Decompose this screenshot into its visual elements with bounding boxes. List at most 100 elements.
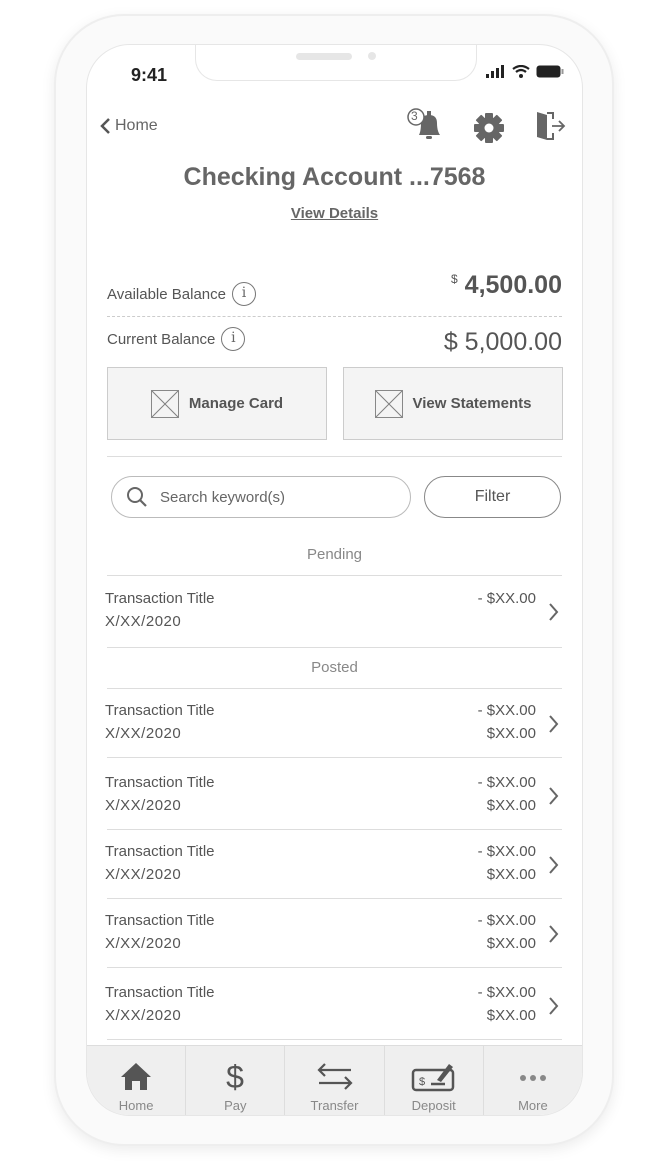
transaction-row[interactable]: Transaction Title X/XX/2020 - $XX.00 $XX… xyxy=(105,984,562,1044)
notch xyxy=(195,45,477,81)
transaction-balance: $XX.00 xyxy=(486,725,536,742)
chevron-right-icon xyxy=(549,997,559,1015)
tab-pay[interactable]: $ Pay xyxy=(186,1046,286,1115)
page-title: Checking Account ...7568 xyxy=(183,163,486,191)
transaction-amount: - $XX.00 xyxy=(477,912,536,929)
transaction-amount: - $XX.00 xyxy=(477,702,536,719)
image-placeholder-icon xyxy=(374,389,403,418)
transaction-row[interactable]: Transaction Title X/XX/2020 - $XX.00 xyxy=(105,590,562,650)
info-icon[interactable]: i xyxy=(221,327,246,351)
screen: 9:41 Home 3 Checking Account ...7568 Vie… xyxy=(86,44,583,1116)
notification-badge: 3 xyxy=(411,109,418,123)
available-balance-amount: $ 4,500.00 xyxy=(451,271,562,300)
transaction-date: X/XX/2020 xyxy=(105,1007,182,1024)
current-balance-label: Current Balance i xyxy=(107,327,246,351)
transaction-amount: - $XX.00 xyxy=(477,843,536,860)
divider xyxy=(107,456,562,457)
transaction-amount: - $XX.00 xyxy=(477,590,536,607)
currency-symbol: $ xyxy=(451,272,458,286)
info-icon[interactable]: i xyxy=(231,282,256,306)
transaction-date: X/XX/2020 xyxy=(105,725,182,742)
transaction-title: Transaction Title xyxy=(105,912,215,929)
gear-icon[interactable] xyxy=(473,112,505,144)
tab-home[interactable]: Home xyxy=(87,1046,187,1115)
transaction-balance: $XX.00 xyxy=(486,797,536,814)
transaction-amount: - $XX.00 xyxy=(477,774,536,791)
tab-label: Home xyxy=(118,1098,154,1113)
transaction-title: Transaction Title xyxy=(105,984,215,1001)
home-icon xyxy=(121,1063,152,1090)
transaction-balance: $XX.00 xyxy=(486,866,536,883)
transaction-balance: $XX.00 xyxy=(486,935,536,952)
tab-bar: Home $ Pay Transfer $ Deposit More xyxy=(87,1045,582,1115)
transaction-title: Transaction Title xyxy=(105,702,215,719)
search-placeholder: Search keyword(s) xyxy=(160,488,286,506)
section-posted: Posted xyxy=(311,659,358,676)
transfer-icon xyxy=(316,1063,353,1090)
button-label: View Statements xyxy=(412,395,532,412)
signal-icon xyxy=(486,65,504,78)
available-balance-label: Available Balance i xyxy=(107,282,256,306)
divider xyxy=(107,757,562,758)
label-text: Available Balance xyxy=(107,285,226,303)
notifications-button[interactable]: 3 xyxy=(405,107,445,143)
svg-text:$: $ xyxy=(419,1076,425,1088)
divider xyxy=(107,316,562,317)
transaction-row[interactable]: Transaction Title X/XX/2020 - $XX.00 $XX… xyxy=(105,843,562,903)
back-label: Home xyxy=(115,117,158,134)
transaction-title: Transaction Title xyxy=(105,590,215,607)
section-pending: Pending xyxy=(306,546,363,563)
manage-card-button[interactable]: Manage Card xyxy=(107,367,327,440)
divider xyxy=(107,829,562,830)
search-icon xyxy=(127,487,147,507)
wifi-icon xyxy=(512,65,530,78)
divider xyxy=(107,898,562,899)
transaction-row[interactable]: Transaction Title X/XX/2020 - $XX.00 $XX… xyxy=(105,774,562,834)
back-button[interactable]: Home xyxy=(99,117,158,135)
transaction-balance: $XX.00 xyxy=(486,1007,536,1024)
chevron-right-icon xyxy=(549,787,559,805)
divider xyxy=(107,967,562,968)
label-text: Current Balance xyxy=(107,330,216,348)
image-placeholder-icon xyxy=(150,389,179,418)
view-details-link[interactable]: View Details xyxy=(87,205,582,222)
status-icons xyxy=(486,65,564,78)
svg-text:$: $ xyxy=(226,1060,244,1092)
chevron-right-icon xyxy=(549,715,559,733)
filter-button[interactable]: Filter xyxy=(424,476,561,518)
transaction-date: X/XX/2020 xyxy=(105,866,182,883)
tab-label: Pay xyxy=(224,1098,247,1113)
tab-deposit[interactable]: $ Deposit xyxy=(385,1046,484,1115)
view-statements-button[interactable]: View Statements xyxy=(343,367,563,440)
chevron-right-icon xyxy=(549,925,559,943)
chevron-left-icon xyxy=(100,118,110,134)
transaction-date: X/XX/2020 xyxy=(105,797,182,814)
battery-icon xyxy=(536,65,564,78)
transaction-title: Transaction Title xyxy=(105,774,215,791)
tab-label: Deposit xyxy=(411,1098,456,1113)
dollar-icon: $ xyxy=(226,1060,244,1092)
transaction-row[interactable]: Transaction Title X/XX/2020 - $XX.00 $XX… xyxy=(105,702,562,762)
amount: 4,500.00 xyxy=(464,271,562,299)
divider xyxy=(107,647,562,648)
tab-label: More xyxy=(518,1098,548,1113)
transaction-date: X/XX/2020 xyxy=(105,935,182,952)
more-icon xyxy=(519,1075,546,1081)
divider xyxy=(107,1039,562,1040)
check-deposit-icon: $ xyxy=(411,1064,454,1092)
logout-icon[interactable] xyxy=(533,109,567,143)
transaction-date: X/XX/2020 xyxy=(105,613,182,630)
divider xyxy=(107,688,562,689)
transaction-title: Transaction Title xyxy=(105,843,215,860)
transaction-row[interactable]: Transaction Title X/XX/2020 - $XX.00 $XX… xyxy=(105,912,562,972)
status-time: 9:41 xyxy=(131,65,168,85)
transaction-amount: - $XX.00 xyxy=(477,984,536,1001)
tab-transfer[interactable]: Transfer xyxy=(285,1046,385,1115)
tab-more[interactable]: More xyxy=(484,1046,582,1115)
chevron-right-icon xyxy=(549,856,559,874)
search-input[interactable]: Search keyword(s) xyxy=(111,476,411,518)
chevron-right-icon xyxy=(549,603,559,621)
button-label: Manage Card xyxy=(188,395,284,412)
current-balance-amount: $ 5,000.00 xyxy=(443,328,562,356)
tab-label: Transfer xyxy=(310,1098,359,1113)
